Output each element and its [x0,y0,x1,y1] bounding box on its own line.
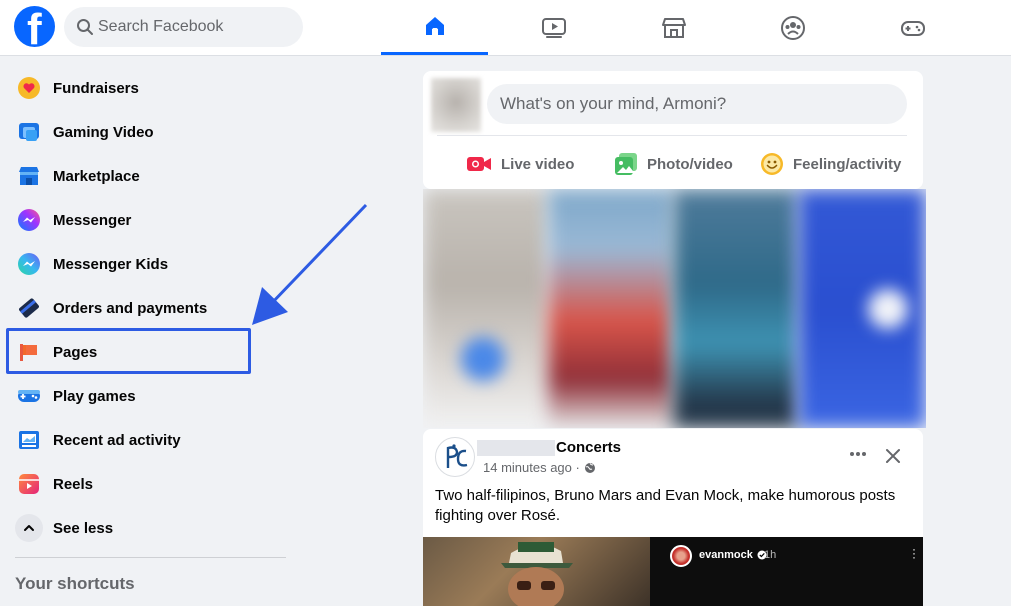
top-bar: f [0,0,1011,56]
post-time-text: 14 minutes ago · [483,460,580,475]
tab-watch[interactable] [500,0,607,55]
sidebar-item-messenger[interactable]: Messenger [8,198,288,242]
search-input[interactable] [98,7,298,47]
stories-tray[interactable] [423,189,926,428]
tab-home[interactable] [381,0,488,55]
story-card[interactable] [673,189,798,428]
more-options-button[interactable] [847,443,869,465]
live-video-button[interactable]: Live video [466,151,574,177]
embed-time: 1h [764,549,777,561]
home-icon [425,17,444,35]
sidebar-divider [15,557,286,558]
search-icon [77,19,93,35]
feeling-activity-button[interactable]: Feeling/activity [760,151,901,177]
close-icon [886,449,900,463]
video-icon [541,17,566,38]
sidebar-item-fundraisers[interactable]: Fundraisers [8,66,288,110]
post-timestamp[interactable]: 14 minutes ago · [483,460,596,475]
redacted-name [477,440,555,456]
sidebar-item-marketplace[interactable]: Marketplace [8,154,288,198]
post-author-name[interactable]: Concerts [556,439,621,456]
embed-username: evanmock [699,549,767,561]
action-label: Live video [501,155,575,173]
pages-highlight-box [6,328,251,374]
sidebar-item-label: Recent ad activity [53,431,181,449]
sidebar-item-recent-ad-activity[interactable]: Recent ad activity [8,418,288,462]
sidebar-item-messenger-kids[interactable]: Messenger Kids [8,242,288,286]
story-blur-dot [868,289,908,329]
groups-icon [780,15,805,40]
embed-more-icon: · · · [912,542,916,564]
sidebar-item-label: Orders and payments [53,299,208,317]
sidebar-item-play-games[interactable]: Play games [8,374,288,418]
tab-gaming[interactable] [859,0,966,55]
smiley-icon [760,152,784,176]
facebook-logo[interactable]: f [14,6,55,47]
embed-username-text: evanmock [699,549,753,561]
feed-post: Concerts 14 minutes ago · Two half-filip… [423,429,923,606]
more-icon [850,452,866,456]
sidebar-item-orders-and-payments[interactable]: Orders and payments [8,286,288,330]
sidebar-item-label: Play games [53,387,136,405]
post-image-left[interactable] [423,537,650,606]
tab-marketplace[interactable] [620,0,727,55]
sidebar-item-label: Messenger Kids [53,255,169,273]
story-card[interactable] [423,189,548,428]
card-icon [17,296,41,320]
embed-avatar [670,545,692,567]
live-video-icon [466,154,492,174]
sidebar-item-label: Reels [53,475,94,493]
post-image-right[interactable]: evanmock 1h · · · [650,537,923,606]
page-logo-icon [446,444,468,468]
action-label: Feeling/activity [793,155,902,173]
post-composer: What's on your mind, Armoni? Live video … [423,71,923,189]
ad-activity-icon [17,428,41,452]
tab-groups[interactable] [739,0,846,55]
logo-letter: f [27,6,42,48]
sidebar-item-label: See less [53,519,114,537]
messenger-kids-icon [17,252,41,276]
page-avatar[interactable] [435,437,475,477]
messenger-icon [17,208,41,232]
globe-icon [584,462,595,473]
see-less-button[interactable]: See less [8,506,288,550]
composer-input[interactable]: What's on your mind, Armoni? [487,84,907,124]
reels-icon [17,472,41,496]
shortcuts-heading: Your shortcuts [15,574,135,593]
sidebar-item-label: Gaming Video [53,123,154,141]
composer-divider [437,135,907,136]
gamepad-icon [900,20,925,36]
controller-icon [17,384,41,408]
sidebar-item-label: Messenger [53,211,132,229]
chevron-up-icon [15,514,43,542]
heart-icon [17,76,41,100]
sidebar-item-label: Marketplace [53,167,140,185]
marketplace-icon [17,164,41,188]
store-icon [661,17,686,38]
story-blur-dot [461,337,505,381]
story-card[interactable] [548,189,673,428]
gaming-video-icon [17,120,41,144]
hide-post-button[interactable] [882,445,904,467]
avatar[interactable] [431,78,481,132]
photo-video-button[interactable]: Photo/video [614,151,733,177]
sidebar-item-reels[interactable]: Reels [8,462,288,506]
post-body-text: Two half-filipinos, Bruno Mars and Evan … [435,487,896,524]
action-label: Photo/video [647,155,733,173]
sidebar-item-label: Fundraisers [53,79,139,97]
photo-person-cap [501,542,573,606]
search-box[interactable] [64,7,303,47]
sidebar-item-gaming-video[interactable]: Gaming Video [8,110,288,154]
photo-icon [614,152,638,176]
